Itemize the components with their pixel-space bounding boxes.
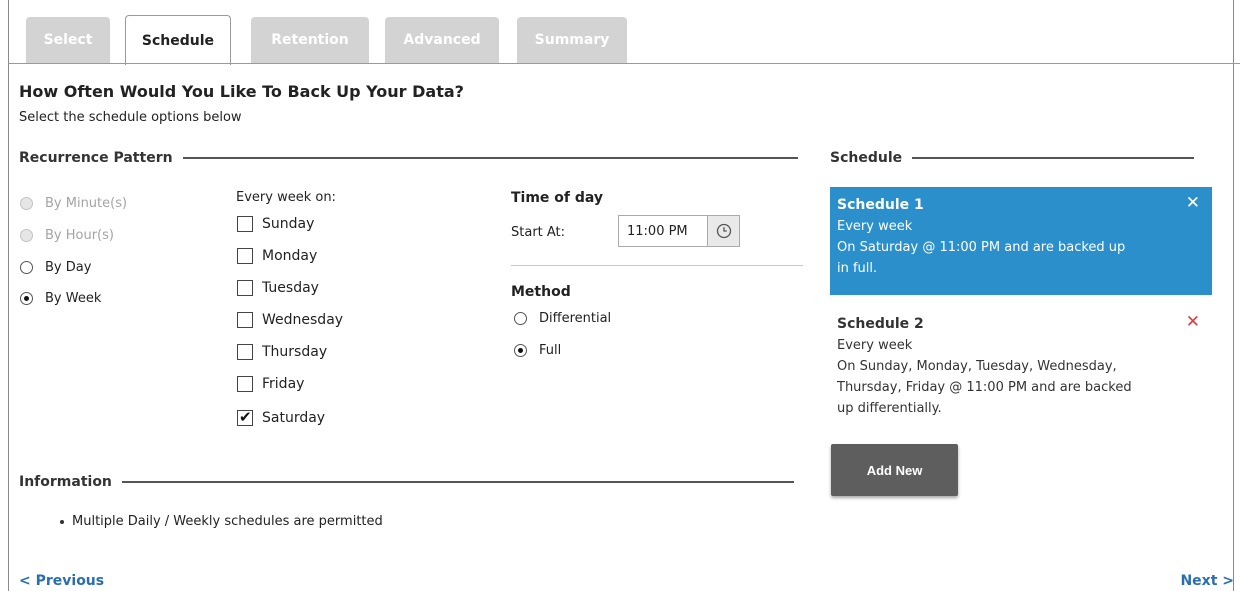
schedule-item-line: On Sunday, Monday, Tuesday, Wednesday, (837, 359, 1117, 374)
checkbox-monday[interactable]: Monday (237, 248, 317, 264)
checkbox-friday[interactable]: Friday (237, 376, 304, 392)
method-label: Method (511, 284, 571, 300)
tab-schedule[interactable]: Schedule (125, 15, 231, 65)
recurrence-section-label: Recurrence Pattern (19, 150, 173, 166)
checkbox-box (237, 280, 253, 296)
schedule-item-line: in full. (837, 261, 878, 276)
clock-icon (716, 223, 731, 239)
radio-method-differential[interactable]: Differential (514, 311, 611, 326)
clock-picker-button[interactable] (708, 215, 740, 247)
information-section-label: Information (19, 474, 112, 490)
radio-by-minutes[interactable]: By Minute(s) (20, 196, 127, 211)
radio-circle (20, 229, 33, 242)
add-new-button[interactable]: Add New (831, 444, 958, 496)
checkbox-tuesday[interactable]: Tuesday (237, 280, 319, 296)
time-of-day-label: Time of day (511, 190, 604, 206)
radio-circle (514, 312, 527, 325)
radio-circle (20, 197, 33, 210)
checkbox-thursday[interactable]: Thursday (237, 344, 327, 360)
checkbox-label: Sunday (262, 216, 315, 232)
schedule-item-line: Thursday, Friday @ 11:00 PM and are back… (837, 380, 1132, 395)
schedule-item-title: Schedule 1 (837, 197, 924, 213)
section-rule (121, 481, 794, 483)
radio-label: Differential (539, 311, 612, 326)
tab-select[interactable]: Select (26, 17, 110, 63)
radio-label: By Week (45, 291, 102, 306)
checkbox-saturday[interactable]: Saturday (237, 408, 326, 426)
radio-circle (20, 261, 33, 274)
checkbox-sunday[interactable]: Sunday (237, 216, 314, 232)
bullet-icon (60, 519, 64, 524)
radio-label: By Hour(s) (45, 228, 114, 243)
schedule-item-line: Every week (837, 338, 913, 353)
radio-by-week[interactable]: By Week (20, 291, 101, 306)
previous-link[interactable]: < Previous (19, 573, 104, 589)
checkbox-box (237, 248, 253, 264)
tab-underline (8, 63, 1240, 64)
tab-retention[interactable]: Retention (251, 17, 369, 63)
checkbox-box (237, 216, 253, 232)
information-section-header: Information (19, 474, 794, 490)
delete-schedule-icon[interactable]: ✕ (1186, 193, 1200, 214)
section-rule (182, 157, 798, 159)
radio-by-hours[interactable]: By Hour(s) (20, 228, 114, 243)
delete-schedule-icon[interactable]: ✕ (1186, 312, 1200, 333)
schedule-section-header: Schedule (830, 150, 1195, 166)
information-list-item: Multiple Daily / Weekly schedules are pe… (60, 514, 383, 529)
radio-label: By Day (45, 260, 92, 275)
checkbox-wednesday[interactable]: Wednesday (237, 312, 343, 328)
checkbox-box (237, 376, 253, 392)
radio-circle-selected (20, 292, 33, 305)
checkbox-label: Saturday (262, 410, 326, 426)
checkbox-box (237, 344, 253, 360)
schedule-section-label: Schedule (830, 150, 903, 166)
time-method-divider (511, 265, 803, 266)
tab-advanced[interactable]: Advanced (385, 17, 499, 63)
page-title: How Often Would You Like To Back Up Your… (19, 82, 464, 101)
checkbox-label: Friday (262, 376, 305, 392)
next-link[interactable]: Next > (1180, 573, 1234, 589)
section-rule (912, 157, 1195, 159)
checkbox-box (237, 312, 253, 328)
schedule-item-line: up differentially. (837, 401, 942, 416)
start-time-input[interactable]: 11:00 PM (618, 215, 708, 247)
tab-summary[interactable]: Summary (517, 17, 627, 63)
schedule-item[interactable]: Schedule 1 Every week On Saturday @ 11:0… (830, 187, 1212, 295)
information-text: Multiple Daily / Weekly schedules are pe… (72, 514, 383, 529)
schedule-item-line: On Saturday @ 11:00 PM and are backed up (837, 240, 1126, 255)
radio-by-day[interactable]: By Day (20, 260, 91, 275)
checkbox-label: Monday (262, 248, 318, 264)
radio-label: Full (539, 343, 562, 358)
page-subtitle: Select the schedule options below (19, 110, 242, 125)
recurrence-section-header: Recurrence Pattern (19, 150, 798, 166)
radio-method-full[interactable]: Full (514, 343, 561, 358)
start-time-value: 11:00 PM (627, 223, 688, 239)
every-week-label: Every week on: (236, 190, 336, 205)
checkbox-label: Thursday (262, 344, 328, 360)
schedule-item-line: Every week (837, 219, 913, 234)
schedule-item[interactable]: Schedule 2 Every week On Sunday, Monday,… (830, 306, 1212, 428)
radio-circle-selected (514, 344, 527, 357)
schedule-item-title: Schedule 2 (837, 316, 924, 332)
checkbox-label: Tuesday (262, 280, 319, 296)
checkbox-label: Wednesday (262, 312, 344, 328)
start-at-label: Start At: (511, 225, 566, 240)
radio-label: By Minute(s) (45, 196, 128, 211)
checkbox-box-checked (237, 408, 253, 426)
